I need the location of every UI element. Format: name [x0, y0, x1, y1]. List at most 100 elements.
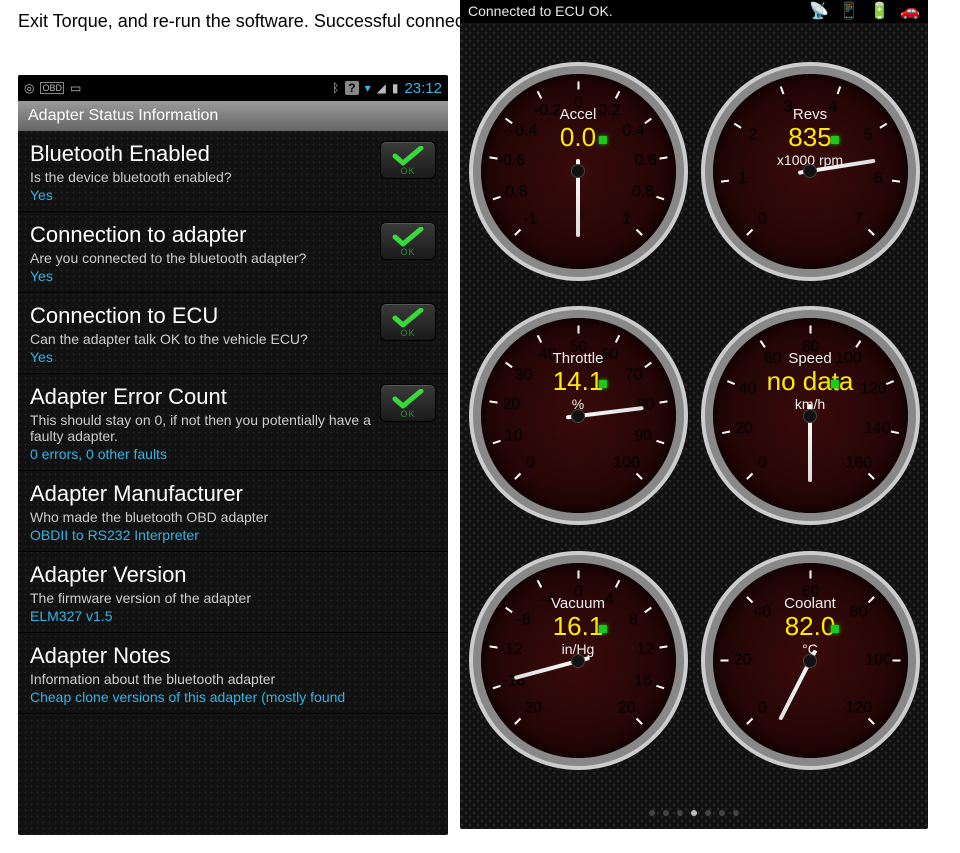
- gauge-label: Accel: [481, 106, 676, 123]
- phone-icon: 📱: [839, 1, 859, 21]
- gauge-value: 14.1: [481, 366, 676, 397]
- svg-text:-1: -1: [523, 210, 537, 227]
- indicator-icon: [831, 625, 839, 633]
- indicator-icon: [831, 380, 839, 388]
- svg-text:-0.8: -0.8: [500, 183, 528, 200]
- svg-text:160: 160: [845, 455, 872, 472]
- svg-text:0: 0: [757, 210, 766, 227]
- ok-badge: OK: [380, 384, 436, 422]
- item-heading: Adapter Manufacturer: [30, 481, 436, 507]
- obd-icon: OBD: [40, 82, 64, 94]
- item-value: 0 errors, 0 other faults: [30, 446, 372, 462]
- indicator-icon: [831, 136, 839, 144]
- gauge-throttle[interactable]: 0102030405060708090100Throttle14.1%: [481, 318, 676, 513]
- gallery-icon: ▭: [70, 81, 81, 95]
- status-item[interactable]: Adapter Version The firmware version of t…: [18, 552, 448, 633]
- ok-badge: OK: [380, 303, 436, 341]
- status-item[interactable]: Connection to ECU Can the adapter talk OK…: [18, 293, 448, 374]
- gauge-label: Coolant: [713, 595, 908, 612]
- page-dot[interactable]: [691, 810, 697, 816]
- signal-icon: ◢: [377, 81, 386, 95]
- item-heading: Bluetooth Enabled: [30, 141, 372, 167]
- svg-text:6: 6: [873, 170, 882, 187]
- right-screenshot: Connected to ECU OK. 📡 📱 🔋 🚗 -1 -0.8 -0.6 -…: [460, 0, 928, 829]
- gauge-coolant[interactable]: 020406080100120Coolant82.0°C: [713, 563, 908, 758]
- gauge-accel[interactable]: -1-0.8-0.6-0.4-0.200.20.40.60.81Accel0.0: [481, 74, 676, 269]
- svg-text:16: 16: [634, 673, 652, 690]
- ok-badge: OK: [380, 222, 436, 260]
- gauge-value: 835: [713, 122, 908, 153]
- page-dot[interactable]: [705, 810, 711, 816]
- svg-text:10: 10: [504, 428, 522, 445]
- item-heading: Adapter Error Count: [30, 384, 372, 410]
- gauge-label: Speed: [713, 350, 908, 367]
- status-item[interactable]: Connection to adapterAre you connected t…: [18, 212, 448, 293]
- battery-icon: ▮: [392, 81, 399, 95]
- item-value: Cheap clone versions of this adapter (mo…: [30, 689, 436, 705]
- svg-text:0: 0: [757, 455, 766, 472]
- svg-text:1: 1: [738, 170, 747, 187]
- ecu-status-text: Connected to ECU OK.: [468, 3, 613, 19]
- page-dot[interactable]: [649, 810, 655, 816]
- status-item[interactable]: Adapter ManufacturerWho made the bluetoo…: [18, 471, 448, 552]
- status-bar: ◎ OBD ▭ ᛒ ? ▾ ◢ ▮ 23:12: [18, 75, 448, 101]
- item-desc: Is the device bluetooth enabled?: [30, 169, 372, 185]
- gauge-value: 0.0: [481, 122, 676, 153]
- status-clock: 23:12: [404, 80, 442, 97]
- indicator-icon: [599, 625, 607, 633]
- page-dot[interactable]: [719, 810, 725, 816]
- item-desc: The firmware version of the adapter: [30, 590, 436, 606]
- item-desc: Can the adapter talk OK to the vehicle E…: [30, 331, 372, 347]
- item-desc: Information about the bluetooth adapter: [30, 671, 436, 687]
- gauge-revs[interactable]: 01234567Revs835x1000 rpm: [713, 74, 908, 269]
- gauge-hub: [803, 409, 817, 423]
- page-dot[interactable]: [733, 810, 739, 816]
- svg-text:1: 1: [622, 210, 631, 227]
- gauge-grid[interactable]: -1-0.8-0.6-0.4-0.200.20.40.60.81Accel0.0…: [460, 23, 928, 829]
- wifi-icon: ▾: [365, 81, 371, 95]
- status-item[interactable]: Bluetooth Enabled Is the device bluetooth…: [18, 131, 448, 212]
- svg-text:7: 7: [854, 210, 863, 227]
- svg-text:20: 20: [617, 700, 635, 717]
- page-dot[interactable]: [677, 810, 683, 816]
- gauge-value: 82.0: [713, 611, 908, 642]
- page-dot[interactable]: [663, 810, 669, 816]
- car-icon: 🚗: [900, 1, 920, 21]
- svg-text:0: 0: [525, 455, 534, 472]
- gauge-hub: [571, 409, 585, 423]
- svg-text:90: 90: [634, 428, 652, 445]
- item-value: Yes: [30, 187, 372, 203]
- item-heading: Adapter Version: [30, 562, 436, 588]
- item-value: Yes: [30, 349, 372, 365]
- gauge-value: no data: [713, 366, 908, 397]
- gauge-hub: [803, 654, 817, 668]
- svg-text:0.6: 0.6: [634, 152, 656, 169]
- gauge-vacuum[interactable]: -20-16-12-8-4048121620Vacuum16.1in/Hg: [481, 563, 676, 758]
- status-item[interactable]: Adapter Notes Information about the bluet…: [18, 633, 448, 714]
- item-heading: Connection to adapter: [30, 222, 372, 248]
- item-value: Yes: [30, 268, 372, 284]
- svg-text:-20: -20: [518, 700, 541, 717]
- bluetooth-icon: ᛒ: [332, 81, 339, 95]
- svg-text:100: 100: [613, 455, 640, 472]
- gauge-label: Vacuum: [481, 595, 676, 612]
- item-value: ELM327 v1.5: [30, 608, 436, 624]
- status-list[interactable]: Bluetooth Enabled Is the device bluetooth…: [18, 131, 448, 835]
- item-desc: This should stay on 0, if not then you p…: [30, 412, 372, 444]
- gauge-label: Revs: [713, 106, 908, 123]
- gauge-speed[interactable]: 020406080100120140160Speedno datakm/h: [713, 318, 908, 513]
- status-bar: Connected to ECU OK. 📡 📱 🔋 🚗: [460, 0, 928, 23]
- gauge-value: 16.1: [481, 611, 676, 642]
- item-heading: Connection to ECU: [30, 303, 372, 329]
- status-item[interactable]: Adapter Error CountThis should stay on 0…: [18, 374, 448, 471]
- gauge-label: Throttle: [481, 350, 676, 367]
- svg-text:140: 140: [863, 420, 890, 437]
- page-indicator[interactable]: [460, 803, 928, 821]
- satellite-icon: 📡: [809, 1, 829, 21]
- item-heading: Adapter Notes: [30, 643, 436, 669]
- item-value: OBDII to RS232 Interpreter: [30, 527, 436, 543]
- svg-text:20: 20: [734, 420, 752, 437]
- battery-icon: 🔋: [870, 1, 890, 21]
- svg-text:-0.6: -0.6: [497, 152, 525, 169]
- gauge-hub: [571, 654, 585, 668]
